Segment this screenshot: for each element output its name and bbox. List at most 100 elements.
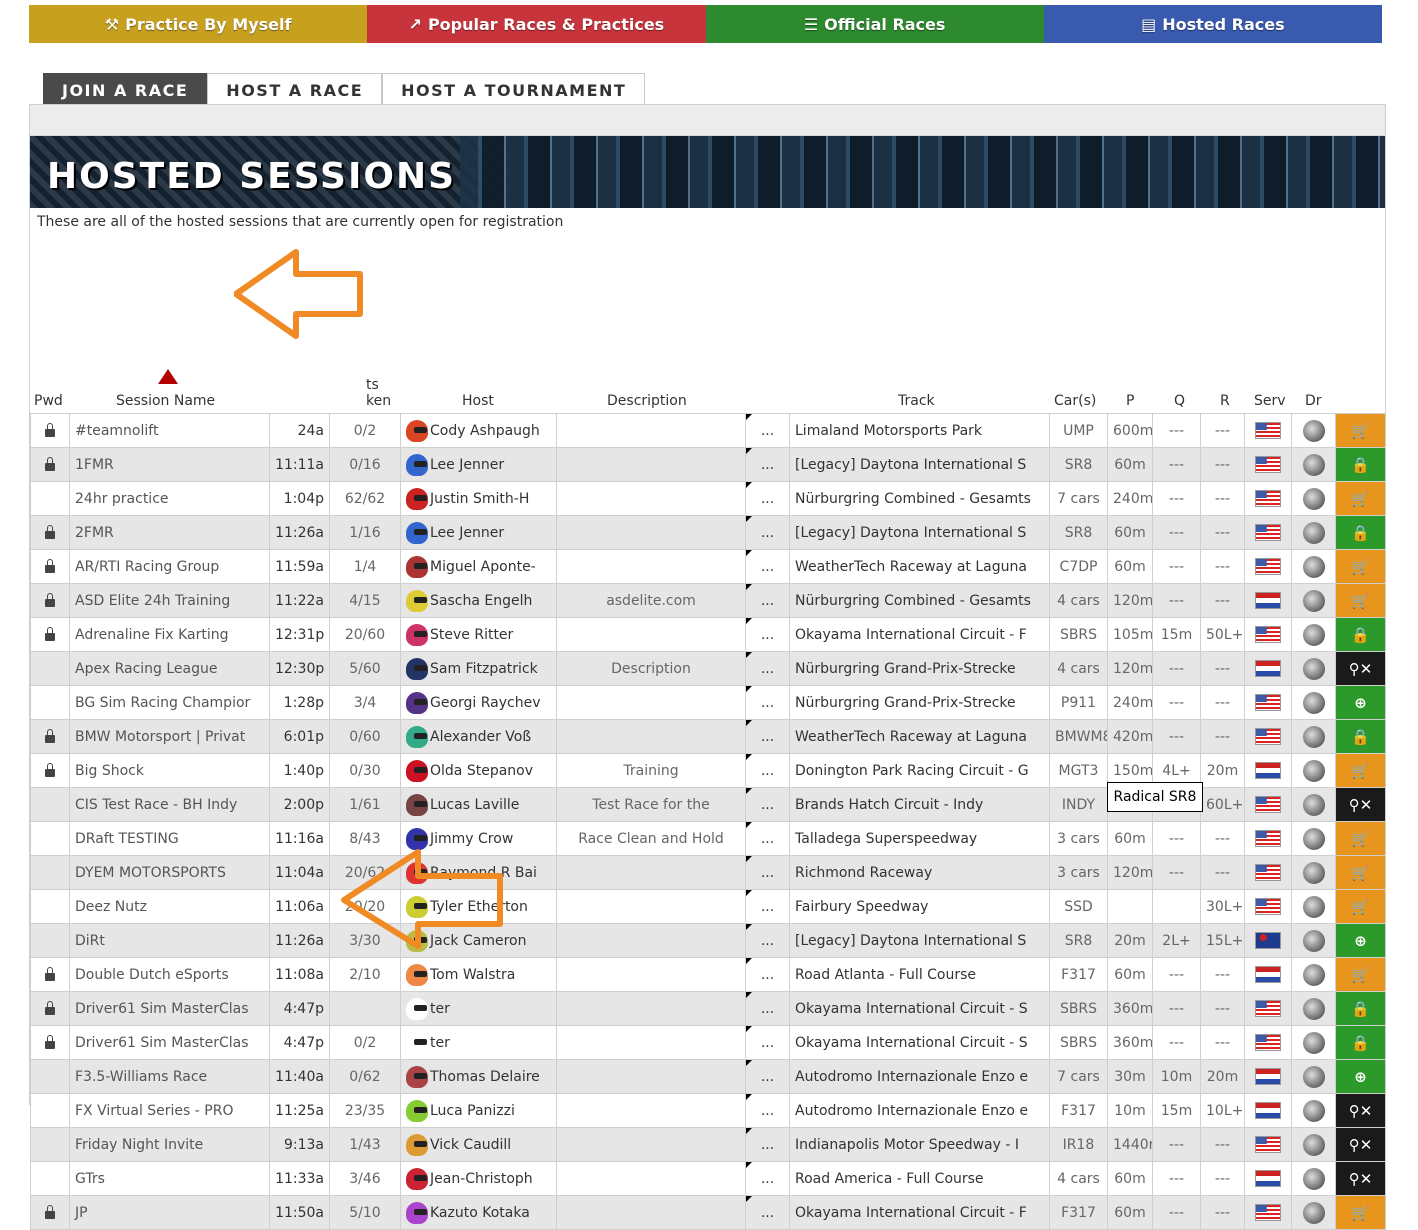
more-button[interactable]: ... (745, 991, 790, 1026)
host-cell[interactable]: Vick Caudill (400, 1127, 557, 1162)
more-button[interactable]: ... (745, 1093, 790, 1128)
more-button[interactable]: ... (745, 855, 790, 890)
action-cart-button[interactable]: 🛒 (1335, 481, 1386, 516)
cars[interactable]: SR8 (1049, 923, 1108, 958)
track-name[interactable]: Autodromo Internazionale Enzo e (789, 1093, 1050, 1128)
host-cell[interactable]: Kazuto Kotaka (400, 1195, 557, 1230)
cars[interactable]: SBRS (1049, 991, 1108, 1026)
host-cell[interactable]: Sam Fitzpatrick (400, 651, 557, 686)
col-r[interactable]: R (1220, 393, 1230, 409)
session-name[interactable]: Deez Nutz (69, 889, 270, 924)
tab-join-a-race[interactable]: JOIN A RACE (43, 73, 208, 106)
cars[interactable]: SR8 (1049, 515, 1108, 550)
more-button[interactable]: ... (745, 889, 790, 924)
more-button[interactable]: ... (745, 1195, 790, 1230)
table-row[interactable]: DiRt 11:26a 3/30 Jack Cameron... [Legacy] Da… (30, 923, 1386, 958)
action-cart-button[interactable]: 🛒 (1335, 753, 1386, 788)
cars[interactable]: BMWM8 (1049, 719, 1108, 754)
track-name[interactable]: [Legacy] Daytona International S (789, 447, 1050, 482)
cars[interactable]: 7 cars (1049, 481, 1108, 516)
cars[interactable]: C7DP (1049, 549, 1108, 584)
table-row[interactable]: JP 11:50a 5/10 Kazuto Kotaka... Okayama Inte… (30, 1195, 1386, 1230)
table-row[interactable]: Double Dutch eSports 11:08a 2/10 Tom Walstr… (30, 957, 1386, 992)
action-wheel-button[interactable]: ⊕ (1335, 685, 1386, 720)
host-cell[interactable]: Georgi Raychev (400, 685, 557, 720)
track-name[interactable]: Road Atlanta - Full Course (789, 957, 1050, 992)
session-name[interactable]: BMW Motorsport | Privat (69, 719, 270, 754)
cars[interactable]: IR18 (1049, 1127, 1108, 1162)
nav-3[interactable]: ▤ Hosted Races (1043, 5, 1382, 43)
drivers-cell[interactable] (1291, 481, 1336, 516)
table-row[interactable]: GTrs 11:33a 3/46 Jean-Christoph... Road Amer… (30, 1161, 1386, 1196)
nav-1[interactable]: ↗ Popular Races & Practices (367, 5, 706, 43)
cars[interactable]: 4 cars (1049, 651, 1108, 686)
drivers-cell[interactable] (1291, 957, 1336, 992)
session-name[interactable]: FX Virtual Series - PRO (69, 1093, 270, 1128)
table-row[interactable]: BMW Motorsport | Privat 6:01p 0/60 Alexande… (30, 719, 1386, 754)
drivers-cell[interactable] (1291, 1025, 1336, 1060)
table-row[interactable]: Friday Night Invite 9:13a 1/43 Vick Caudill… (30, 1127, 1386, 1162)
drivers-cell[interactable] (1291, 651, 1336, 686)
action-cart-button[interactable]: 🛒 (1335, 549, 1386, 584)
action-x-button[interactable]: ⚲✕ (1335, 651, 1386, 686)
drivers-cell[interactable] (1291, 855, 1336, 890)
cars[interactable]: 3 cars (1049, 821, 1108, 856)
host-cell[interactable]: ter (400, 991, 557, 1026)
col-spots-bottom[interactable]: ken (366, 393, 391, 409)
action-cart-button[interactable]: 🛒 (1335, 889, 1386, 924)
table-row[interactable]: 2FMR 11:26a 1/16 Lee Jenner... [Legacy] Dayt… (30, 515, 1386, 550)
drivers-cell[interactable] (1291, 515, 1336, 550)
action-cart-button[interactable]: 🛒 (1335, 1195, 1386, 1230)
col-p[interactable]: P (1126, 393, 1134, 409)
track-name[interactable]: Fairbury Speedway (789, 889, 1050, 924)
host-cell[interactable]: Miguel Aponte- (400, 549, 557, 584)
track-name[interactable]: Talladega Superspeedway (789, 821, 1050, 856)
drivers-cell[interactable] (1291, 753, 1336, 788)
table-row[interactable]: ASD Elite 24h Training 11:22a 4/15 Sascha E… (30, 583, 1386, 618)
cars[interactable]: P911 (1049, 685, 1108, 720)
table-row[interactable]: BG Sim Racing Champior 1:28p 3/4 Georgi Ray… (30, 685, 1386, 720)
col-cars[interactable]: Car(s) (1054, 393, 1096, 409)
action-x-button[interactable]: ⚲✕ (1335, 1093, 1386, 1128)
host-cell[interactable]: ter (400, 1025, 557, 1060)
host-cell[interactable]: Sascha Engelh (400, 583, 557, 618)
session-name[interactable]: 2FMR (69, 515, 270, 550)
host-cell[interactable]: Lee Jenner (400, 447, 557, 482)
track-name[interactable]: [Legacy] Daytona International S (789, 515, 1050, 550)
host-cell[interactable]: Thomas Delaire (400, 1059, 557, 1094)
session-name[interactable]: ASD Elite 24h Training (69, 583, 270, 618)
col-track[interactable]: Track (898, 393, 935, 409)
action-x-button[interactable]: ⚲✕ (1335, 1127, 1386, 1162)
drivers-cell[interactable] (1291, 1127, 1336, 1162)
more-button[interactable]: ... (745, 1025, 790, 1060)
session-name[interactable]: Driver61 Sim MasterClas (69, 991, 270, 1026)
track-name[interactable]: Nürburgring Combined - Gesamts (789, 583, 1050, 618)
host-cell[interactable]: Steve Ritter (400, 617, 557, 652)
table-row[interactable]: Deez Nutz 11:06a 20/20 Tyler Etherton... Fai… (30, 889, 1386, 924)
drivers-cell[interactable] (1291, 617, 1336, 652)
table-row[interactable]: #teamnolift 24a 0/2 Cody Ashpaugh... Limalan… (30, 413, 1386, 448)
action-cart-button[interactable]: 🛒 (1335, 957, 1386, 992)
more-button[interactable]: ... (745, 753, 790, 788)
track-name[interactable]: Limaland Motorsports Park (789, 413, 1050, 448)
action-wheel-button[interactable]: ⊕ (1335, 1059, 1386, 1094)
col-description[interactable]: Description (607, 393, 687, 409)
host-cell[interactable]: Lee Jenner (400, 515, 557, 550)
table-row[interactable]: Driver61 Sim MasterClas 4:47p ter... Okayam… (30, 991, 1386, 1026)
more-button[interactable]: ... (745, 1127, 790, 1162)
track-name[interactable]: [Legacy] Daytona International S (789, 923, 1050, 958)
more-button[interactable]: ... (745, 1161, 790, 1196)
col-q[interactable]: Q (1174, 393, 1185, 409)
drivers-cell[interactable] (1291, 821, 1336, 856)
session-name[interactable]: Apex Racing League (69, 651, 270, 686)
action-wheel-button[interactable]: ⊕ (1335, 923, 1386, 958)
track-name[interactable]: Autodromo Internazionale Enzo e (789, 1059, 1050, 1094)
drivers-cell[interactable] (1291, 991, 1336, 1026)
session-name[interactable]: GTrs (69, 1161, 270, 1196)
cars[interactable]: UMP (1049, 413, 1108, 448)
more-button[interactable]: ... (745, 413, 790, 448)
action-lock-button[interactable]: 🔒 (1335, 515, 1386, 550)
host-cell[interactable]: Alexander Voß (400, 719, 557, 754)
col-serv[interactable]: Serv (1254, 393, 1286, 409)
action-x-button[interactable]: ⚲✕ (1335, 1161, 1386, 1196)
